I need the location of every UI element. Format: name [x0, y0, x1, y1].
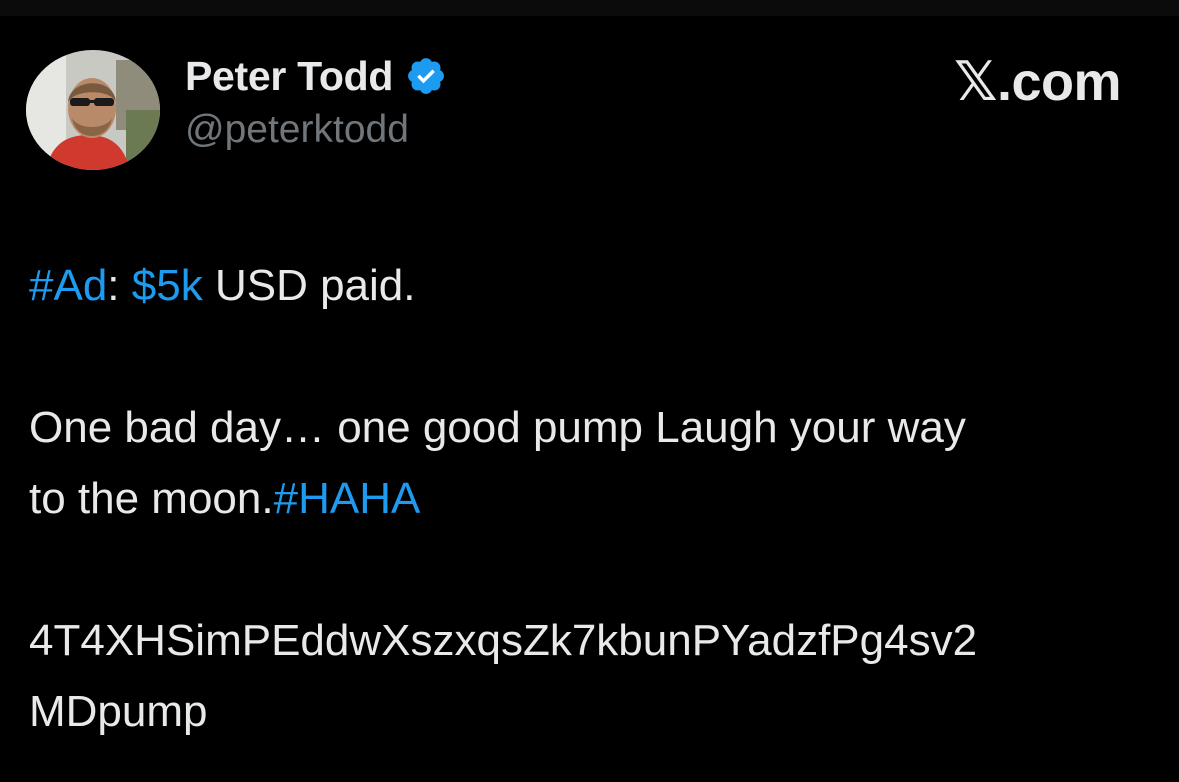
line-1-text: USD paid. — [214, 261, 416, 310]
hashtag-link[interactable]: #Ad — [29, 261, 107, 310]
tweet-line-1: #Ad: $5k USD paid. — [29, 250, 1149, 321]
line-3-text: to the moon. — [29, 474, 274, 523]
author-display-name[interactable]: Peter Todd — [185, 53, 393, 100]
brand-logo: 𝕏.com — [953, 52, 1122, 112]
verified-badge-icon — [408, 58, 445, 94]
author-handle[interactable]: @peterktodd — [185, 108, 409, 152]
hashtag-link[interactable]: #HAHA — [274, 474, 421, 523]
tweet-body: #Ad: $5k USD paid. One bad day… one good… — [29, 250, 1149, 747]
tweet-line-2: One bad day… one good pump Laugh your wa… — [29, 403, 966, 452]
tweet-line-3: to the moon.#HAHA — [29, 463, 1149, 534]
author-name-row: Peter Todd — [185, 52, 447, 100]
cashtag-link[interactable]: $5k — [132, 261, 203, 310]
avatar-photo-icon — [26, 50, 160, 170]
contract-address-line-1: 4T4XHSimPEddwXszxqsZk7kbunPYadzfPg4sv2 — [29, 616, 978, 665]
avatar[interactable] — [26, 50, 160, 170]
colon-text: : — [107, 261, 120, 310]
top-bar — [0, 0, 1179, 16]
contract-address-line-2: MDpump — [29, 687, 208, 736]
